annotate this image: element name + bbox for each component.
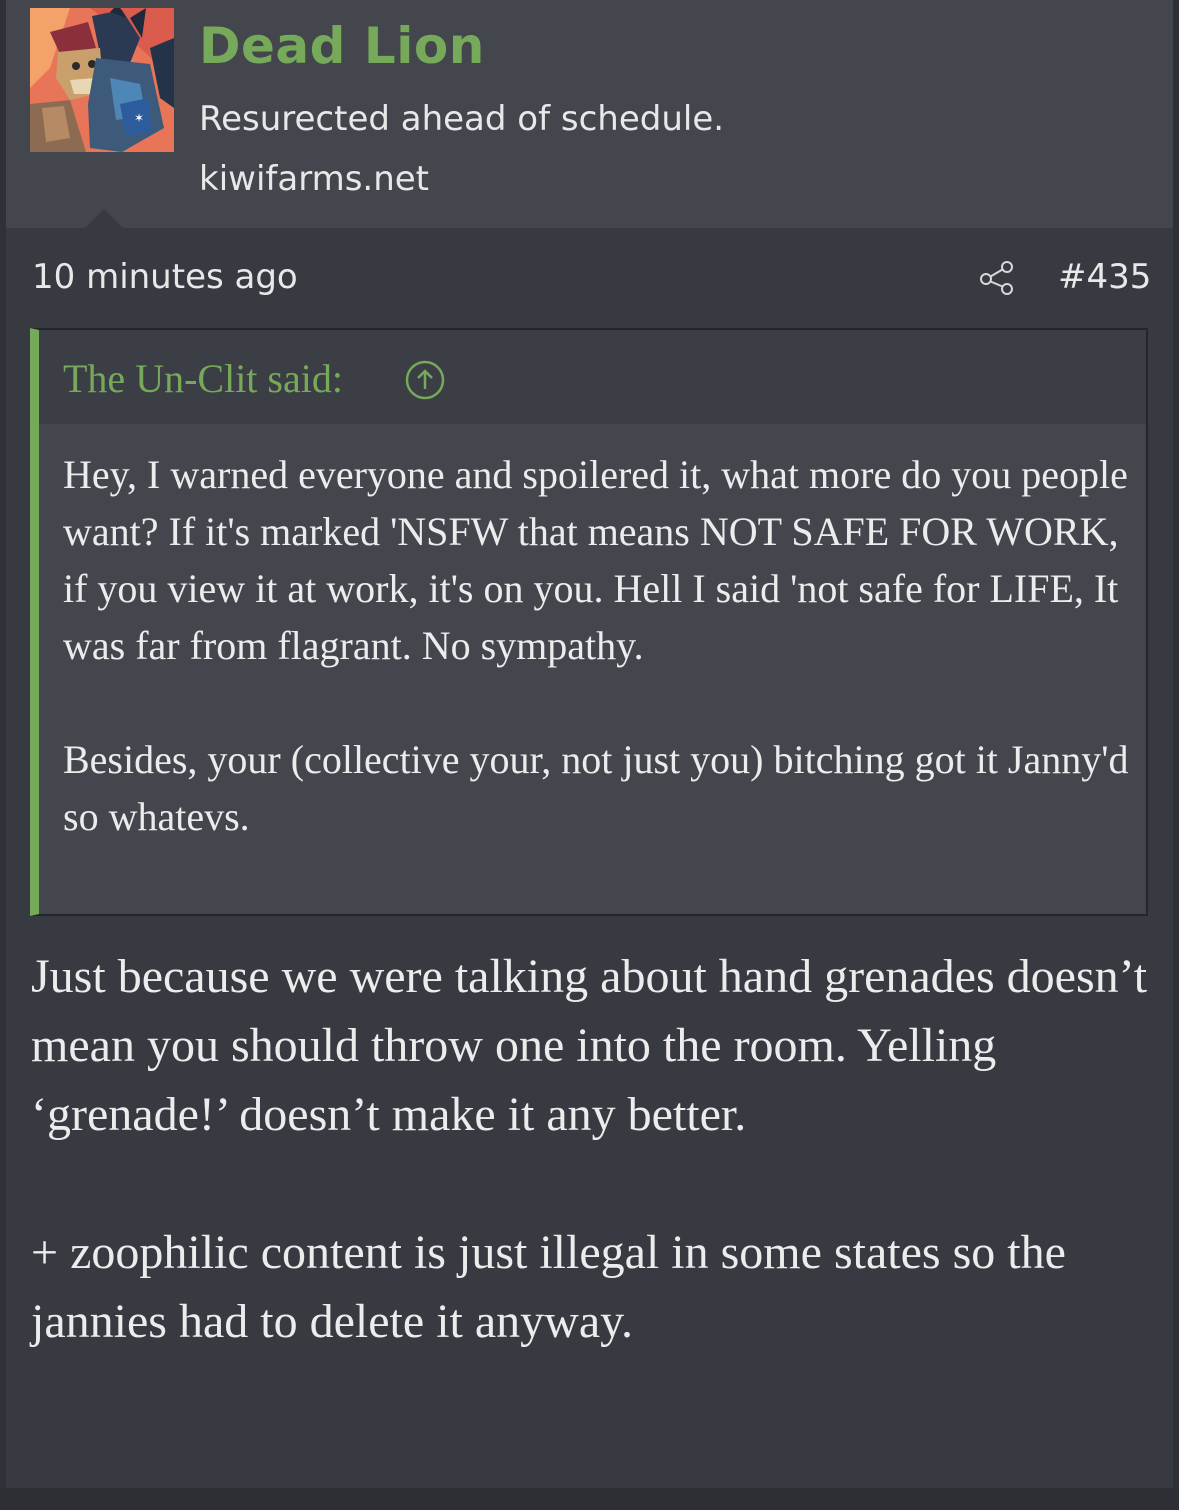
avatar[interactable]: ✶ — [30, 8, 174, 152]
svg-text:✶: ✶ — [134, 111, 144, 125]
post-paragraph: Just because we were talking about hand … — [31, 950, 1148, 1141]
username[interactable]: Dead Lion — [199, 14, 485, 78]
quote-header: The Un-Clit said: — [39, 330, 1146, 424]
post-paragraph: + zoophilic content is just illegal in s… — [31, 1226, 1066, 1348]
quote-block: The Un-Clit said: Hey, I warned everyone… — [30, 328, 1148, 916]
share-icon[interactable] — [978, 258, 1016, 296]
user-title: Resurected ahead of schedule. — [199, 99, 725, 139]
post-number-link[interactable]: #435 — [1058, 254, 1151, 300]
next-post-divider — [0, 1488, 1179, 1510]
user-header: ✶ Dead Lion Resurected ahead of schedule… — [6, 0, 1173, 228]
post-body: Just because we were talking about hand … — [31, 942, 1156, 1356]
arrow-up-circle-icon[interactable] — [405, 360, 445, 400]
quote-author[interactable]: The Un-Clit said: — [63, 354, 343, 404]
header-pointer — [84, 209, 124, 229]
quote-paragraph: Hey, I warned everyone and spoilered it,… — [63, 452, 1128, 668]
post-timestamp[interactable]: 10 minutes ago — [32, 254, 298, 300]
user-site: kiwifarms.net — [199, 159, 430, 199]
quote-paragraph: Besides, your (collective your, not just… — [63, 737, 1129, 839]
avatar-image: ✶ — [30, 8, 174, 152]
quote-body: Hey, I warned everyone and spoilered it,… — [63, 446, 1133, 845]
